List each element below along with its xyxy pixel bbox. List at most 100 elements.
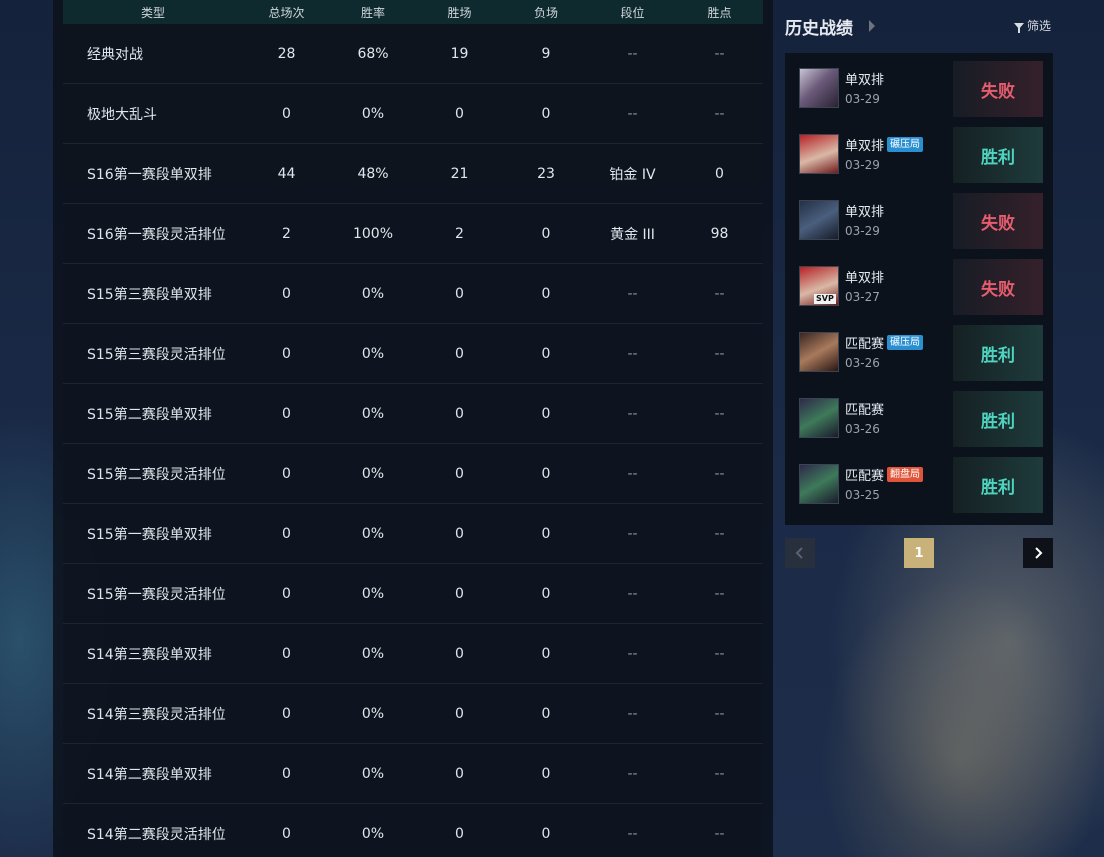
table-header: 类型 总场次 胜率 胜场 负场 段位 胜点 (63, 0, 763, 24)
match-mode: 匹配赛 翻盘局 (845, 465, 924, 484)
champion-avatar (799, 134, 839, 174)
table-cell: 0 (455, 405, 464, 422)
table-cell: 0 (282, 585, 291, 602)
table-row: S15第一赛段灵活排位 0 0% 0 0 -- -- (63, 564, 763, 624)
chevron-right-icon (1035, 547, 1043, 559)
table-cell: 0% (361, 285, 385, 302)
table-cell: -- (627, 585, 638, 602)
match-date: 03-29 (845, 158, 880, 172)
match-date: 03-27 (845, 290, 880, 304)
table-cell: 28 (277, 45, 296, 62)
page-button-current[interactable]: 1 (904, 538, 934, 568)
match-result: 失败 (953, 61, 1043, 117)
chevron-left-icon (795, 547, 803, 559)
table-cell: 0 (282, 525, 291, 542)
champion-avatar (799, 68, 839, 108)
match-item[interactable]: 单双排 碾压局 03-29 胜利 (785, 125, 1053, 185)
next-page-button[interactable] (1023, 538, 1053, 568)
ranked-stats-table: 类型 总场次 胜率 胜场 负场 段位 胜点 经典对战 28 68% 19 9 -- -- 极地大乱斗 0 0%… (63, 0, 763, 857)
table-cell: 2 (282, 225, 291, 242)
column-header: 负场 (533, 5, 558, 20)
column-header: 胜率 (360, 5, 385, 20)
table-cell: -- (714, 345, 725, 362)
column-header: 总场次 (268, 5, 305, 20)
match-mode: 匹配赛 (845, 399, 884, 418)
match-item[interactable]: 单双排 03-29 失败 (785, 59, 1053, 119)
table-cell: 0 (282, 285, 291, 302)
table-cell: 0 (541, 465, 551, 482)
table-row: S14第二赛段灵活排位 0 0% 0 0 -- -- (63, 804, 763, 857)
match-item[interactable]: 单双排 03-29 失败 (785, 191, 1053, 251)
table-cell: 0 (541, 345, 551, 362)
filter-button[interactable]: 筛选 (1014, 17, 1051, 34)
table-cell: 0 (282, 405, 291, 422)
table-row: S14第三赛段灵活排位 0 0% 0 0 -- -- (63, 684, 763, 744)
match-mode: 匹配赛 碾压局 (845, 333, 924, 352)
queue-type-cell: S14第二赛段单双排 (87, 766, 212, 783)
column-header: 胜点 (707, 5, 732, 20)
table-cell: 0 (455, 765, 464, 782)
table-row: S15第一赛段单双排 0 0% 0 0 -- -- (63, 504, 763, 564)
match-tag-badge: 碾压局 (887, 335, 924, 350)
match-item[interactable]: SVP 单双排 03-27 失败 (785, 257, 1053, 317)
column-header: 胜场 (447, 5, 472, 20)
table-cell: 0 (541, 105, 551, 122)
prev-page-button[interactable] (785, 538, 815, 568)
match-item[interactable]: 匹配赛 翻盘局 03-25 胜利 (785, 455, 1053, 515)
match-mode-label: 单双排 (845, 139, 885, 154)
table-cell: -- (714, 465, 725, 482)
queue-type-cell: 经典对战 (87, 46, 143, 63)
table-cell: -- (627, 105, 638, 122)
match-item[interactable]: 匹配赛 碾压局 03-26 胜利 (785, 323, 1053, 383)
queue-type-cell: S15第三赛段单双排 (87, 286, 212, 303)
column-header: 类型 (140, 5, 165, 20)
match-mode-label: 单双排 (845, 205, 885, 220)
table-cell: 0% (361, 825, 385, 842)
match-mode-label: 匹配赛 (845, 469, 885, 484)
match-result: 胜利 (953, 457, 1043, 513)
table-cell: 9 (541, 45, 551, 62)
match-item[interactable]: 匹配赛 03-26 胜利 (785, 389, 1053, 449)
table-row: S15第二赛段灵活排位 0 0% 0 0 -- -- (63, 444, 763, 504)
history-title[interactable]: 历史战绩 (785, 14, 853, 39)
table-row: S16第一赛段灵活排位 2 100% 2 0 黄金 III 98 (63, 204, 763, 264)
table-cell: -- (714, 105, 725, 122)
match-mode: 单双排 碾压局 (845, 135, 924, 154)
table-cell: -- (714, 645, 725, 662)
champion-avatar: SVP (799, 266, 839, 306)
table-cell: 0 (541, 405, 551, 422)
table-cell: 0 (282, 765, 291, 782)
table-cell: 0% (361, 105, 385, 122)
table-cell: -- (627, 765, 638, 782)
match-mode-label: 匹配赛 (845, 403, 885, 418)
table-cell: -- (714, 525, 725, 542)
match-mode: 单双排 (845, 267, 884, 286)
match-mode-label: 匹配赛 (845, 337, 885, 352)
match-mode: 单双排 (845, 201, 884, 220)
table-cell: 0 (455, 285, 464, 302)
match-date: 03-25 (845, 488, 880, 502)
table-cell: -- (714, 285, 725, 302)
table-cell: 0% (361, 585, 385, 602)
queue-type-cell: S15第一赛段单双排 (87, 526, 212, 543)
table-cell: 0 (282, 465, 291, 482)
chevron-right-icon[interactable] (869, 20, 875, 32)
match-date: 03-29 (845, 224, 880, 238)
match-date: 03-26 (845, 422, 880, 436)
table-cell: 0 (541, 285, 551, 302)
table-row: S15第三赛段单双排 0 0% 0 0 -- -- (63, 264, 763, 324)
table-row: S15第三赛段灵活排位 0 0% 0 0 -- -- (63, 324, 763, 384)
table-cell: 0 (541, 765, 551, 782)
match-date: 03-26 (845, 356, 880, 370)
match-result: 胜利 (953, 391, 1043, 447)
table-cell: 0 (282, 645, 291, 662)
table-cell: 0% (361, 465, 385, 482)
table-cell: 0 (541, 585, 551, 602)
table-cell: 0 (455, 645, 464, 662)
table-cell: 0% (361, 525, 385, 542)
table-cell: 0 (455, 105, 464, 122)
match-mode-label: 单双排 (845, 73, 885, 88)
svp-badge: SVP (814, 294, 836, 304)
table-cell: 0% (361, 405, 385, 422)
match-tag-badge: 翻盘局 (887, 467, 924, 482)
